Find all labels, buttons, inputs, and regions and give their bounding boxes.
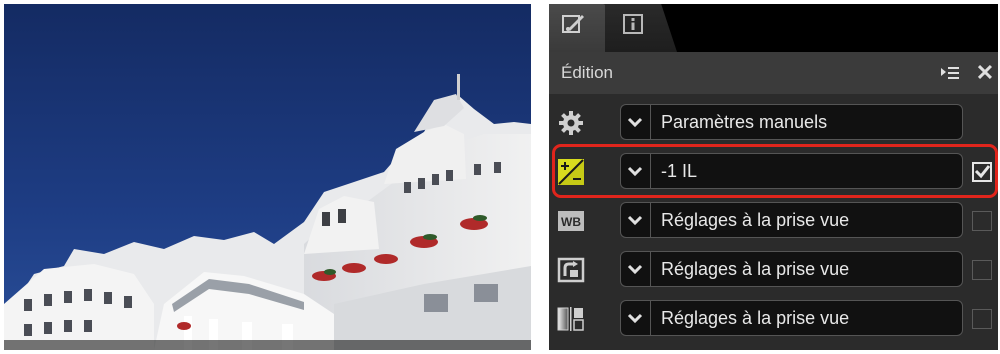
active-d-lighting-select[interactable]: Réglages à la prise vue (650, 300, 963, 336)
tab-bar (549, 4, 998, 52)
dropdown-arrow-button[interactable] (620, 202, 650, 238)
row-white-balance: WB Réglages à la prise vue (549, 200, 998, 250)
picture-control-checkbox[interactable] (972, 260, 992, 280)
white-balance-select[interactable]: Réglages à la prise vue (650, 202, 963, 238)
picture-control-icon (557, 257, 585, 283)
brush-edit-icon (562, 15, 584, 33)
panel-title: Édition (561, 63, 613, 82)
picture-control-select[interactable]: Réglages à la prise vue (650, 251, 963, 287)
tab-info[interactable] (605, 4, 677, 52)
chevron-down-icon (627, 215, 643, 226)
chevron-down-icon (627, 117, 643, 128)
active-d-lighting-icon (557, 307, 584, 331)
chevron-down-icon (627, 313, 643, 324)
white-balance-checkbox[interactable] (972, 211, 992, 231)
dropdown-arrow-button[interactable] (620, 300, 650, 336)
chevron-down-icon (627, 264, 643, 275)
photo-preview (4, 4, 531, 350)
tab-edit[interactable] (549, 4, 609, 52)
gear-icon (559, 111, 583, 135)
info-icon (623, 14, 643, 34)
active-d-lighting-checkbox[interactable] (972, 309, 992, 329)
panel-header: Édition ✕ (549, 52, 998, 94)
close-icon[interactable]: ✕ (974, 60, 996, 86)
dropdown-arrow-button[interactable] (620, 251, 650, 287)
white-balance-icon: WB (558, 211, 584, 231)
svg-text:WB: WB (561, 215, 581, 229)
list-menu-icon[interactable] (939, 62, 961, 84)
manual-settings-select[interactable]: Paramètres manuels (650, 104, 963, 140)
row-active-d-lighting: Réglages à la prise vue (549, 298, 998, 348)
row-picture-control: Réglages à la prise vue (549, 249, 998, 299)
dropdown-arrow-button[interactable] (620, 104, 650, 140)
highlight-frame (552, 144, 998, 198)
